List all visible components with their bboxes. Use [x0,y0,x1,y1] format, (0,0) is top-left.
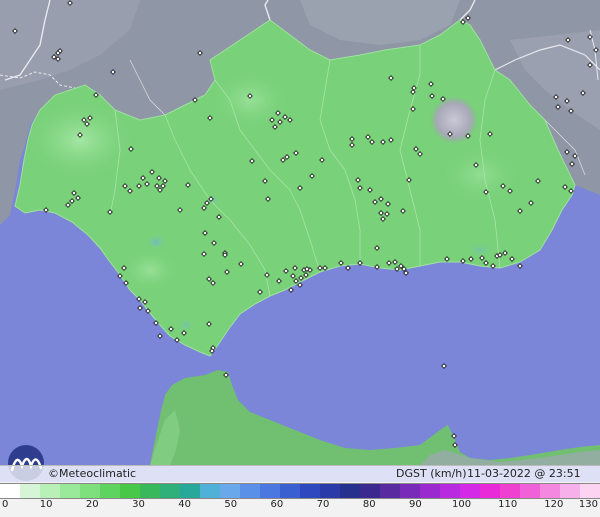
colorbar-cell [500,484,520,498]
colorbar-cell [40,484,60,498]
colorbar-cell [60,484,80,498]
legend-tick-label: 110 [498,499,518,510]
colorbar-cell [0,484,20,498]
colorbar-cell [160,484,180,498]
legend-tick-label: 50 [224,499,238,510]
wind-field-patch [120,248,180,292]
legend-colorbar [0,483,600,499]
colorbar-cell [460,484,480,498]
colorbar-cell [140,484,160,498]
legend-tick-label: 90 [409,499,422,510]
colorbar-cell [100,484,120,498]
colorbar-cell [520,484,540,498]
variable-label: DGST (km/h) [396,467,467,480]
legend-tick-label: 30 [132,499,145,510]
colorbar-cell [580,484,600,498]
wind-field-patch [210,70,290,130]
colorbar-cell [200,484,220,498]
colorbar-cell [20,484,40,498]
colorbar-cell [420,484,440,498]
colorbar-cell [300,484,320,498]
legend-ticks: 0 10 20 30 40 50 60 70 80 90 100 110 120 130 [0,499,600,515]
wind-field-patch [466,242,494,258]
wind-field-patch [176,317,196,333]
legend-tick-label: 60 [270,499,284,510]
legend-tick-label: 20 [85,499,99,510]
colorbar-cell [440,484,460,498]
colorbar-cell [220,484,240,498]
colorbar-cell [260,484,280,498]
legend-tick-label: 100 [451,499,472,510]
legend-tick-label: 120 [544,499,564,510]
colorbar-cell [380,484,400,498]
colorbar-cell [120,484,140,498]
wind-gust-map [0,0,600,517]
colorbar-cell [540,484,560,498]
colorbar-cell [80,484,100,498]
colorbar-cell [400,484,420,498]
legend-tick-label: 70 [316,499,330,510]
wind-field-patch [144,233,168,251]
wind-field-patch [440,145,520,205]
legend-tick-label: 0 [2,499,9,510]
sierra-nevada-patch [430,96,478,144]
legend-tick-label: 40 [178,499,191,510]
colorbar-cell [280,484,300,498]
colorbar-cell [480,484,500,498]
colorbar-cell [360,484,380,498]
credit-text: ©Meteoclimatic [48,467,137,480]
colorbar-cell [560,484,580,498]
legend-tick-label: 130 [578,499,598,510]
legend-tick-label: 80 [362,499,376,510]
colorbar-cell [240,484,260,498]
colorbar-cell [180,484,200,498]
legend-tick-label: 10 [39,499,53,510]
colorbar-cell [340,484,360,498]
colorbar-cell [320,484,340,498]
